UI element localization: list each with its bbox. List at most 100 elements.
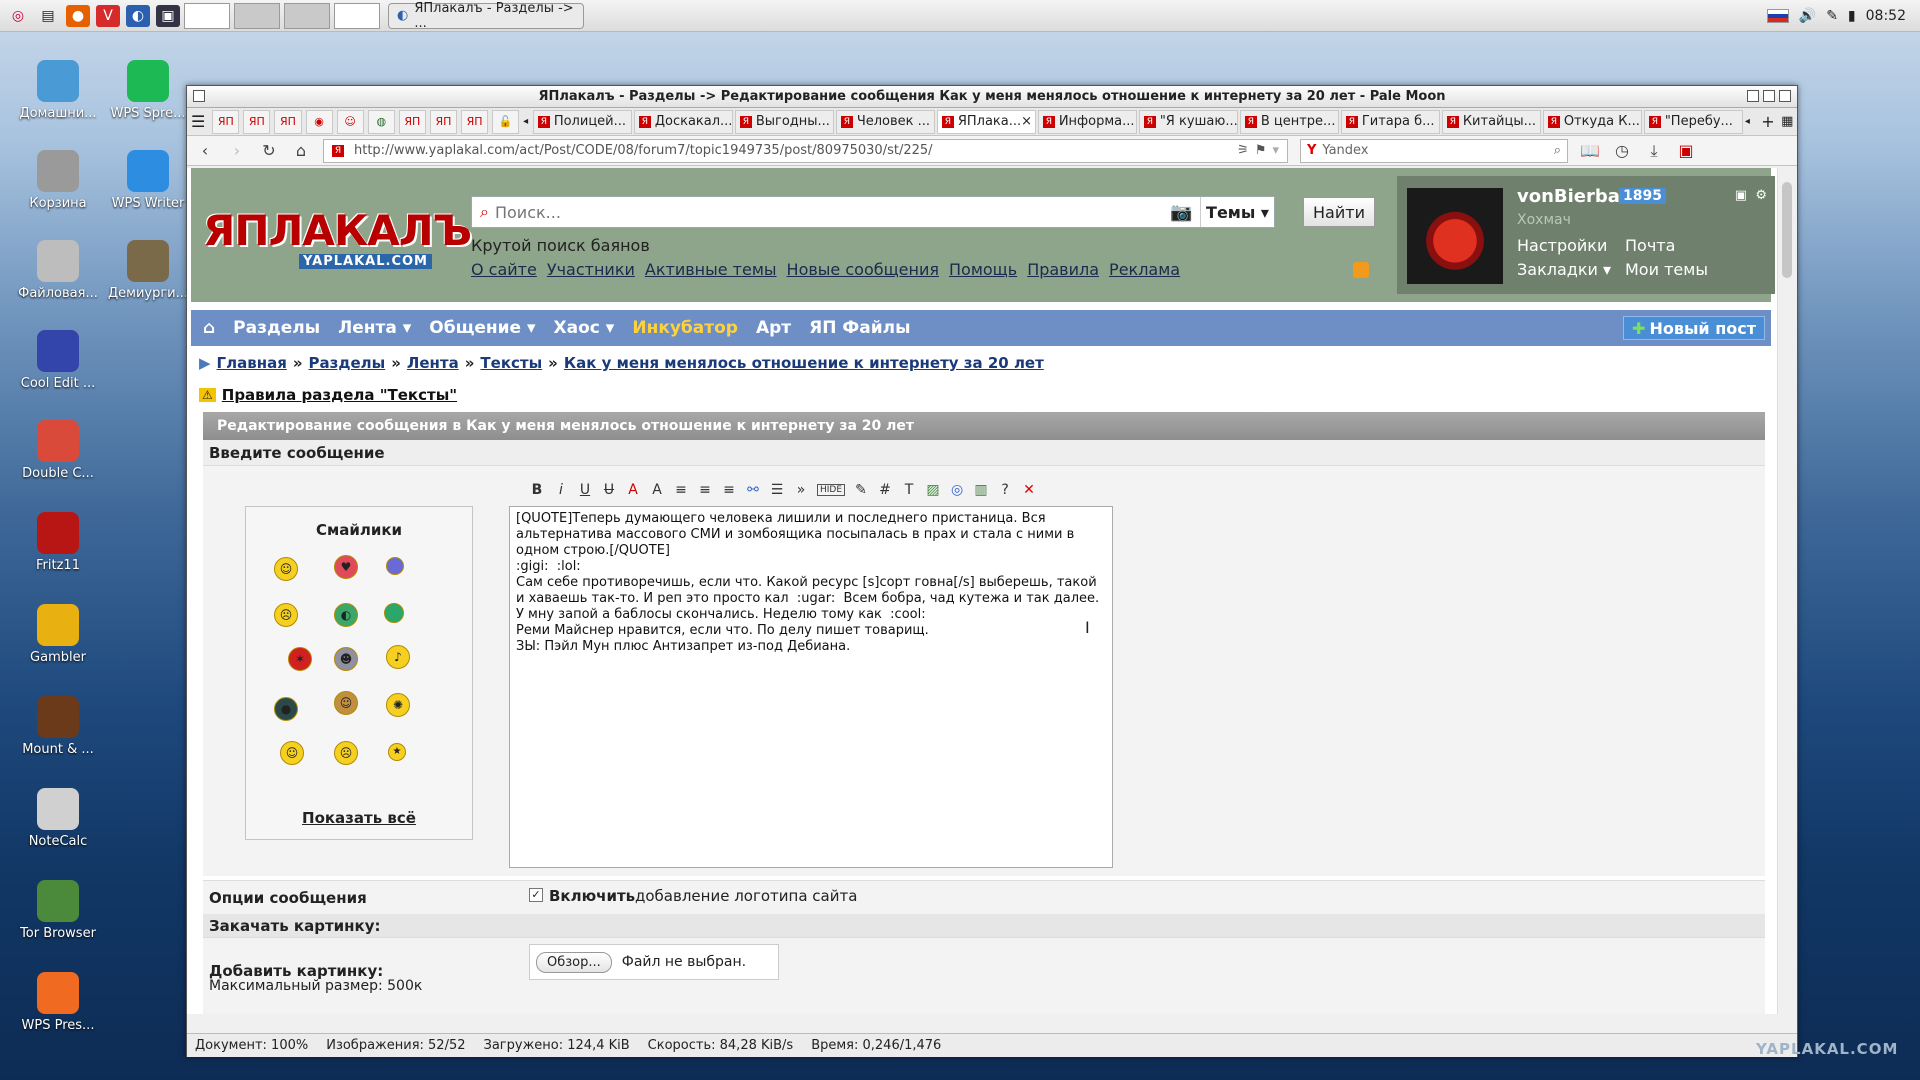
browser-tab[interactable]: Я Выгодны... [734,109,834,134]
top-link[interactable]: Помощь [949,260,1017,279]
downloads-icon[interactable]: ⤓ [1644,141,1664,161]
avatar[interactable] [1407,188,1503,284]
clock[interactable]: 08:52 [1866,8,1906,24]
top-link[interactable]: О сайте [471,260,537,279]
pinned-tab[interactable]: 🔓 [492,109,520,134]
menu-item-sections[interactable]: Разделы [233,318,320,338]
smiley-shock-icon[interactable]: ☹ [334,741,358,765]
desktop-icon[interactable]: Корзина [12,150,104,211]
desktop-icon[interactable]: Домашни... [12,60,104,121]
breadcrumb-topic[interactable]: Как у меня менялось отношение к интернет… [564,354,1044,372]
palemoon-launcher-icon[interactable]: ◐ [126,4,150,27]
top-link[interactable]: Правила [1027,260,1099,279]
user-link-settings[interactable]: Настройки [1517,236,1607,255]
desktop-icon[interactable]: Файловая... [12,240,104,301]
edit-icon[interactable]: ✎ [853,482,869,498]
smiley-gun-icon[interactable]: ✶ [288,647,312,671]
pinned-tab[interactable]: ЯП [274,109,302,134]
align-center-icon[interactable]: ≡ [697,482,713,498]
pinned-tab[interactable]: ЯП [212,109,240,134]
browser-tab[interactable]: Я ЯПлака... × [936,109,1036,134]
logo-checkbox[interactable]: ✓ [529,888,543,902]
smiley-party-icon[interactable]: ✺ [386,693,410,717]
image-icon[interactable]: ▨ [925,482,941,498]
history-icon[interactable]: ◷ [1612,141,1632,160]
align-right-icon[interactable]: ≡ [721,482,737,498]
smiley-thinking-icon[interactable]: ☹ [274,603,298,627]
flash-icon[interactable]: ◎ [949,482,965,498]
bold-icon[interactable]: B [529,482,545,498]
video-icon[interactable]: ▥ [973,482,989,498]
camera-icon[interactable]: 📷 [1170,202,1200,223]
workspace-4[interactable] [334,2,380,29]
breadcrumb-home[interactable]: Главная [217,354,287,372]
hash-icon[interactable]: # [877,482,893,498]
browser-tab[interactable]: ЯВ центре... [1239,109,1339,134]
browser-tab[interactable]: Я Гитара б... [1340,109,1440,134]
scrollbar-thumb[interactable] [1782,182,1792,278]
menu-item-art[interactable]: Арт [756,318,791,338]
browser-tab[interactable]: Я Откуда К... [1542,109,1642,134]
menu-item-chaos[interactable]: Хаос ▾ [554,318,615,338]
menu-item-chat[interactable]: Общение ▾ [429,318,535,338]
smiley-ball-icon[interactable] [384,603,404,623]
clear-icon[interactable]: ✕ [1021,482,1037,498]
home-icon[interactable]: ⌂ [203,318,215,338]
user-link-mail[interactable]: Почта [1625,236,1675,255]
desktop-icon[interactable]: Tor Browser [12,880,104,941]
smiley-blue-icon[interactable] [386,557,404,575]
menu-item-files[interactable]: ЯП Файлы [809,318,910,338]
desktop-icon[interactable]: Демиурги... [102,240,194,301]
message-textarea[interactable]: [QUOTE]Теперь думающего человека лишили … [509,506,1113,868]
battery-icon[interactable]: ▮ [1848,8,1856,24]
new-tab-icon[interactable]: + [1758,112,1777,131]
menu-item-feed[interactable]: Лента ▾ [338,318,411,338]
user-panel-settings-icon[interactable]: ⚙ [1755,188,1767,203]
breadcrumb-feed[interactable]: Лента [407,354,459,372]
hide-icon[interactable]: HIDE [817,484,846,496]
pinned-tab[interactable]: ◍ [367,109,395,134]
volume-icon[interactable]: 🔊 [1799,8,1816,24]
url-dropdown-icon[interactable]: ▾ [1272,143,1279,158]
username[interactable]: vonBierbah [1517,186,1633,207]
browser-tab[interactable]: Я Информа... [1037,109,1137,134]
pinned-tab[interactable]: ☺ [336,109,364,134]
workspace-2[interactable] [234,2,280,29]
pinned-tab[interactable]: ЯП [243,109,271,134]
hamburger-menu-icon[interactable]: ☰ [191,112,212,131]
list-icon[interactable]: ☰ [769,482,785,498]
smiley-wings-icon[interactable]: ☺ [280,741,304,765]
rss-icon[interactable] [1353,262,1369,278]
workspace-3[interactable] [284,2,330,29]
url-bar[interactable]: Я http://www.yaplakal.com/act/Post/CODE/… [323,138,1288,163]
search-scope-select[interactable]: Темы ▾ [1200,197,1274,227]
top-link[interactable]: Реклама [1109,260,1180,279]
bookmark-star-icon[interactable]: ⚑ [1255,143,1267,158]
smiley-cool-icon[interactable]: ☺ [274,557,298,581]
user-link-bookmarks[interactable]: Закладки ▾ [1517,260,1611,279]
browser-tab[interactable]: Я Доскакал... [633,109,733,134]
pinned-tab[interactable]: ЯП [460,109,489,134]
window-menu-button[interactable] [193,90,205,102]
addon-icon[interactable]: ▣ [1676,141,1696,160]
minimize-button[interactable] [1747,90,1759,102]
terminal-launcher-icon[interactable]: ▣ [156,4,180,27]
tabs-scroll-right-icon[interactable]: ◂ [1745,116,1759,127]
quote-icon[interactable]: » [793,482,809,498]
browse-button[interactable]: Обзор... [536,951,612,973]
files-launcher-icon[interactable]: ▤ [36,5,60,27]
breadcrumb-texts[interactable]: Тексты [480,354,542,372]
browser-tab[interactable]: Я Полицей... [532,109,632,134]
keyboard-layout-flag-icon[interactable] [1766,8,1789,23]
close-window-button[interactable] [1779,90,1791,102]
smiley-love-icon[interactable]: ♥ [334,555,358,579]
desktop-icon[interactable]: NoteCalc [12,788,104,849]
section-rules-link[interactable]: Правила раздела "Тексты" [222,386,457,404]
font-size-icon[interactable]: A [649,482,665,498]
align-left-icon[interactable]: ≡ [673,482,689,498]
reader-view-icon[interactable]: 📖 [1580,141,1600,160]
desktop-icon[interactable]: WPS Pres... [12,972,104,1033]
browser-tab[interactable]: Я "Перебу... [1643,109,1743,134]
underline-icon[interactable]: U [577,482,593,498]
vivaldi-launcher-icon[interactable]: V [96,4,120,27]
